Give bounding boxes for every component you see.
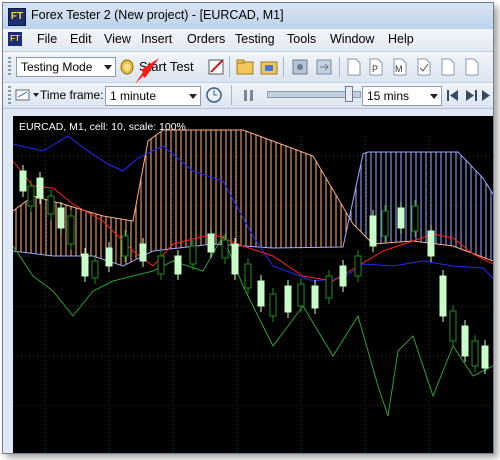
save-project-icon[interactable] [259, 57, 279, 77]
chart-canvas [13, 129, 493, 453]
document-menu-icon[interactable]: FT [8, 32, 22, 46]
candle [427, 230, 435, 257]
candle [189, 245, 197, 265]
toolbar-separator [229, 57, 230, 77]
candle [449, 310, 457, 342]
menu-bar: FT File Edit View Insert Orders Testing … [3, 29, 493, 52]
svg-text:M: M [395, 64, 403, 74]
svg-text:P: P [372, 64, 378, 74]
dropdown-arrow-icon[interactable] [33, 93, 39, 97]
candle [471, 340, 479, 367]
candle [439, 275, 447, 317]
candle [339, 265, 347, 287]
chevron-down-icon [430, 94, 438, 99]
speed-select-value: 15 mins [367, 89, 410, 103]
candle [284, 285, 292, 313]
settings-icon[interactable] [290, 57, 310, 77]
toolbar-separator [231, 85, 232, 105]
candle [91, 260, 99, 279]
timeframe-toolbar: Time frame: 1 minute 15 mins [3, 83, 493, 109]
candle [311, 285, 319, 309]
chevron-down-icon [189, 94, 197, 99]
candle [397, 207, 405, 229]
candle [81, 253, 89, 277]
candle [231, 243, 239, 275]
candle [461, 325, 469, 357]
candle [221, 239, 229, 259]
clock-settings-icon[interactable] [204, 85, 224, 105]
candle [36, 177, 44, 199]
timeframe-label: Time frame: [40, 88, 104, 102]
step-back-icon[interactable] [446, 88, 460, 104]
candle [381, 210, 389, 237]
mode-select-value: Testing Mode [21, 60, 93, 74]
toolbar-grip[interactable] [8, 86, 11, 104]
menu-window[interactable]: Window [330, 32, 374, 46]
step-forward-icon[interactable] [464, 88, 478, 104]
toolbar-grip[interactable] [8, 57, 11, 77]
candle [57, 207, 65, 229]
menu-file[interactable]: File [37, 32, 57, 46]
candle [157, 255, 165, 275]
p-document-icon[interactable]: P [367, 57, 385, 77]
timeframe-select-value: 1 minute [110, 89, 157, 103]
check-document-icon[interactable] [415, 57, 433, 77]
main-toolbar: Testing Mode Start Test P M [3, 52, 493, 84]
candle [19, 170, 27, 192]
m-document-icon[interactable]: M [391, 57, 409, 77]
timeframe-icon[interactable] [15, 87, 31, 103]
candle [269, 293, 277, 317]
candle [207, 233, 215, 253]
candle [47, 195, 55, 215]
play-icon[interactable] [481, 88, 493, 104]
candle [121, 235, 129, 257]
chevron-down-icon [104, 65, 112, 70]
candle [67, 215, 75, 245]
candle [297, 283, 305, 307]
menu-help[interactable]: Help [388, 32, 414, 46]
menu-edit[interactable]: Edit [70, 32, 92, 46]
blank-document-icon[interactable] [439, 57, 457, 77]
app-window: FT Forex Tester 2 (New project) - [EURCA… [2, 2, 494, 454]
candle [257, 280, 265, 307]
title-bar: FT Forex Tester 2 (New project) - [EURCA… [3, 3, 493, 29]
candle [411, 205, 419, 232]
mode-select[interactable]: Testing Mode [16, 57, 116, 77]
timeframe-select[interactable]: 1 minute [105, 86, 201, 106]
chart-symbol-label: EURCAD, M1, cell: 10, scale: 100% [19, 121, 186, 133]
candle [27, 185, 35, 207]
annotation-arrow-icon [135, 58, 159, 84]
speed-slider-thumb[interactable] [345, 86, 353, 102]
candle [105, 247, 113, 267]
menu-view[interactable]: View [104, 32, 131, 46]
open-folder-icon[interactable] [235, 57, 255, 77]
pause-icon[interactable] [242, 88, 256, 104]
menu-orders[interactable]: Orders [187, 32, 225, 46]
toolbar-separator [339, 57, 340, 77]
price-chart[interactable]: EURCAD, M1, cell: 10, scale: 100% [13, 116, 493, 453]
candle [354, 255, 362, 277]
app-logo-icon: FT [8, 8, 26, 26]
toolbar-separator [283, 57, 284, 77]
candle [174, 255, 182, 275]
export-icon[interactable] [314, 57, 334, 77]
document-icon[interactable] [463, 57, 481, 77]
candle [244, 263, 252, 289]
edit-chart-icon[interactable] [207, 57, 227, 77]
new-document-icon[interactable] [345, 57, 363, 77]
menu-testing[interactable]: Testing [235, 32, 275, 46]
candle [139, 243, 147, 262]
menu-insert[interactable]: Insert [141, 32, 172, 46]
speed-select[interactable]: 15 mins [362, 86, 442, 106]
menu-tools[interactable]: Tools [287, 32, 316, 46]
window-title: Forex Tester 2 (New project) - [EURCAD, … [31, 8, 284, 22]
candle [481, 345, 489, 369]
candle [369, 215, 377, 247]
candle [325, 275, 333, 299]
